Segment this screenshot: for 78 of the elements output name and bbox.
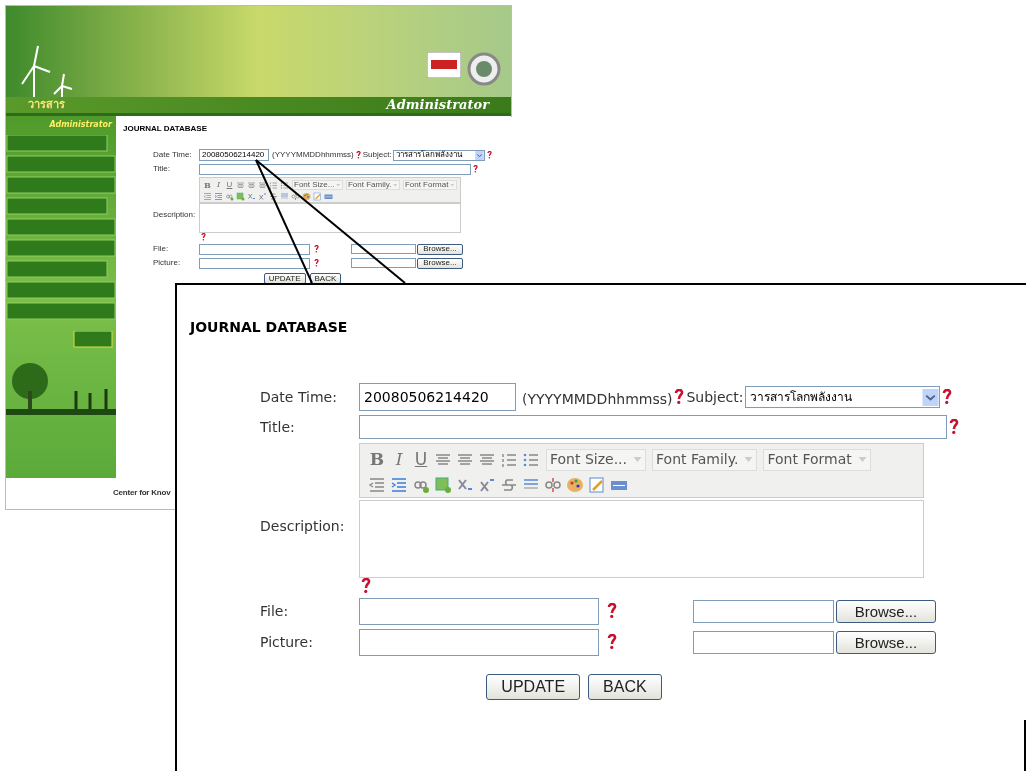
subject-select[interactable]: วารสารโลกพลังงาน	[745, 386, 941, 408]
role-title: Administrator	[386, 96, 489, 115]
browse-button[interactable]: Browse...	[416, 243, 463, 255]
image-icon[interactable]	[236, 192, 245, 201]
form-title: JOURNAL DATABASE	[122, 123, 208, 135]
date-input[interactable]: 20080506214420	[199, 149, 269, 161]
caret-icon	[393, 183, 398, 187]
bullet-list-icon[interactable]	[280, 180, 289, 190]
file-input[interactable]	[350, 244, 416, 254]
title-input[interactable]	[359, 415, 947, 439]
subject-select[interactable]: วารสารโลกพลังงาน	[392, 149, 485, 161]
font-dropdown[interactable]: Font Format	[402, 180, 457, 190]
logo-icon	[427, 52, 461, 78]
image-icon[interactable]	[434, 475, 452, 494]
outdent-icon[interactable]	[203, 192, 212, 201]
subscript-icon[interactable]	[247, 192, 256, 201]
browse-button[interactable]: Browse...	[835, 599, 936, 623]
browse-button[interactable]: Browse...	[835, 630, 936, 654]
file-input[interactable]	[692, 630, 834, 654]
html-icon[interactable]	[324, 192, 333, 201]
field-label: Date Time:	[260, 387, 338, 407]
chevron-down-icon	[474, 150, 484, 160]
file-path-input[interactable]	[359, 597, 599, 625]
field-label: Picture:	[260, 632, 314, 652]
palette-icon[interactable]	[302, 192, 311, 201]
font-dropdown[interactable]: Font Size...	[546, 448, 647, 471]
description-textarea[interactable]	[199, 203, 461, 233]
file-path-input[interactable]	[199, 257, 310, 269]
strikethrough-icon[interactable]	[269, 192, 278, 201]
font-dropdown[interactable]: Font Size...	[292, 180, 343, 190]
field-label: Picture:	[153, 257, 182, 269]
format-hint: (YYYYMMDDhhmmss)	[272, 149, 354, 161]
font-dropdown[interactable]: Font Family.	[345, 180, 400, 190]
file-input[interactable]	[350, 258, 416, 268]
unlink-icon[interactable]	[291, 192, 300, 201]
date-input[interactable]: 20080506214420	[359, 383, 516, 411]
emblem-icon	[467, 52, 501, 86]
file-path-input[interactable]	[359, 628, 599, 656]
format-hint: (YYYYMMDDhhmmss)	[522, 389, 673, 409]
format-button[interactable]: B	[368, 447, 386, 473]
caret-icon	[633, 456, 643, 463]
caret-icon	[336, 183, 341, 187]
field-label: Description:	[153, 209, 197, 221]
indent-icon[interactable]	[214, 192, 223, 201]
chevron-down-icon	[922, 388, 940, 406]
section-title: วารสาร	[28, 96, 65, 113]
indent-icon[interactable]	[390, 475, 408, 494]
font-dropdown[interactable]: Font Family.	[652, 448, 758, 471]
field-label: File:	[153, 243, 170, 255]
field-label: Subject:	[362, 149, 392, 161]
form-title: JOURNAL DATABASE	[188, 318, 349, 337]
form-button[interactable]: BACK	[588, 673, 662, 700]
file-input[interactable]	[692, 599, 834, 623]
caret-icon	[450, 183, 455, 187]
field-label: Subject:	[686, 387, 744, 407]
format-button[interactable]: I	[214, 179, 223, 191]
field-label: File:	[260, 601, 290, 621]
format-button[interactable]: U	[225, 179, 234, 191]
field-label: Title:	[260, 417, 296, 437]
sidebar-heading: Administrator	[49, 119, 114, 131]
caret-icon	[744, 456, 754, 463]
footer-text: Center for Knov	[113, 487, 172, 499]
link-icon[interactable]	[225, 192, 234, 201]
format-button[interactable]: I	[390, 447, 408, 473]
format-button[interactable]: U	[412, 447, 430, 473]
form-button[interactable]: UPDATE	[486, 673, 581, 700]
field-label: Description:	[260, 516, 346, 536]
numbered-list-icon[interactable]	[269, 180, 278, 190]
caret-icon	[857, 456, 867, 463]
field-label: Date Time:	[153, 149, 193, 161]
outdent-icon[interactable]	[368, 475, 386, 494]
font-dropdown[interactable]: Font Format	[763, 448, 871, 471]
file-path-input[interactable]	[199, 243, 310, 255]
title-input[interactable]	[199, 163, 471, 175]
field-label: Title:	[153, 163, 172, 175]
edit-icon[interactable]	[588, 475, 606, 494]
format-button[interactable]: B	[203, 179, 212, 191]
browse-button[interactable]: Browse...	[416, 257, 463, 269]
